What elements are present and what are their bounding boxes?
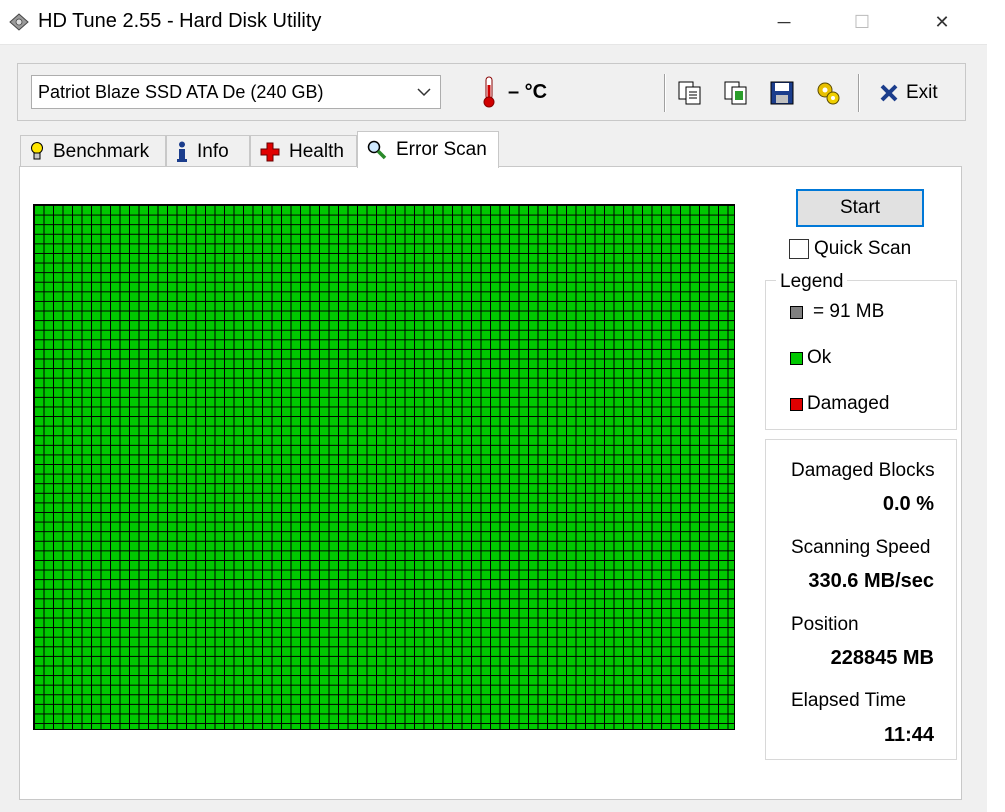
toolbar-separator [664, 74, 666, 112]
tab-benchmark-label: Benchmark [53, 140, 150, 162]
scanning-speed-value: 330.6 MB/sec [808, 570, 934, 592]
maximize-icon: ☐ [853, 11, 871, 32]
save-button[interactable] [766, 77, 798, 109]
drive-select-value: Patriot Blaze SSD ATA De (240 GB) [38, 82, 324, 102]
legend-swatch-red [790, 397, 803, 411]
tab-info[interactable]: Info [166, 135, 250, 167]
toolbar: Patriot Blaze SSD ATA De (240 GB) – °C E… [17, 63, 966, 121]
copy-text-icon [678, 81, 701, 105]
drive-select[interactable]: Patriot Blaze SSD ATA De (240 GB) [31, 75, 441, 109]
maximize-button[interactable]: ☐ [822, 0, 902, 44]
quick-scan-label: Quick Scan [814, 238, 912, 259]
start-button[interactable]: Start [796, 189, 924, 227]
position-value: 228845 MB [830, 647, 934, 669]
options-button[interactable] [812, 77, 844, 109]
minimize-button[interactable]: ─ [744, 0, 824, 44]
health-cross-icon [260, 142, 280, 161]
temperature-value: – °C [508, 80, 548, 103]
scanning-speed-label: Scanning Speed [791, 537, 931, 558]
tab-health-label: Health [289, 140, 344, 162]
tab-health[interactable]: Health [250, 135, 357, 167]
tab-info-label: Info [197, 140, 229, 162]
magnifier-icon [367, 140, 387, 160]
save-icon [770, 81, 794, 105]
damaged-blocks-label: Damaged Blocks [791, 460, 935, 481]
scan-stats-group: Damaged Blocks 0.0 % Scanning Speed 330.… [765, 439, 957, 760]
exit-label: Exit [906, 82, 938, 103]
copy-screenshot-icon [724, 81, 747, 105]
position-label: Position [791, 614, 859, 635]
legend-swatch-green [790, 351, 803, 365]
legend-title: Legend [776, 271, 848, 293]
legend-label: = 91 MB [813, 301, 885, 322]
damaged-blocks-value: 0.0 % [882, 493, 934, 515]
error-scan-panel: Start Quick Scan = 91 MB Ok Damaged Lege… [19, 166, 962, 800]
thermometer-icon [483, 76, 495, 108]
checkbox-box [789, 239, 809, 259]
lightbulb-icon [31, 141, 43, 159]
options-icon [817, 82, 840, 105]
start-button-label: Start [839, 197, 881, 218]
copy-text-button[interactable] [674, 77, 706, 109]
window-title: HD Tune 2.55 - Hard Disk Utility [38, 10, 322, 32]
tab-benchmark[interactable]: Benchmark [20, 135, 166, 167]
legend-item-ok: Ok [790, 347, 831, 369]
temperature-display: – °C [480, 74, 547, 110]
scan-block-grid [33, 204, 735, 730]
minimize-icon: ─ [777, 11, 791, 32]
copy-screenshot-button[interactable] [720, 77, 752, 109]
toolbar-separator [858, 74, 860, 112]
title-bar: HD Tune 2.55 - Hard Disk Utility ─ ☐ ✕ [0, 0, 987, 44]
legend-swatch-gray [790, 305, 803, 319]
hard-disk-app-icon [9, 13, 29, 31]
close-icon: ✕ [934, 11, 950, 32]
close-button[interactable]: ✕ [902, 0, 982, 44]
elapsed-time-label: Elapsed Time [791, 690, 907, 711]
exit-button[interactable]: Exit [878, 75, 938, 111]
legend-group: = 91 MB Ok Damaged [765, 280, 957, 430]
legend-label: Ok [807, 347, 832, 368]
tab-error-scan[interactable]: Error Scan [357, 131, 499, 168]
elapsed-time-value: 11:44 [883, 724, 934, 746]
legend-item-damaged: Damaged [790, 393, 889, 415]
quick-scan-checkbox[interactable]: Quick Scan [789, 238, 911, 260]
chevron-down-icon [417, 88, 431, 97]
exit-x-icon [880, 84, 898, 102]
tab-error-scan-label: Error Scan [396, 139, 487, 160]
client-area: Patriot Blaze SSD ATA De (240 GB) – °C E… [0, 44, 987, 812]
info-icon [177, 141, 187, 162]
legend-label: Damaged [807, 393, 890, 414]
legend-item-block-size: = 91 MB [790, 301, 884, 323]
